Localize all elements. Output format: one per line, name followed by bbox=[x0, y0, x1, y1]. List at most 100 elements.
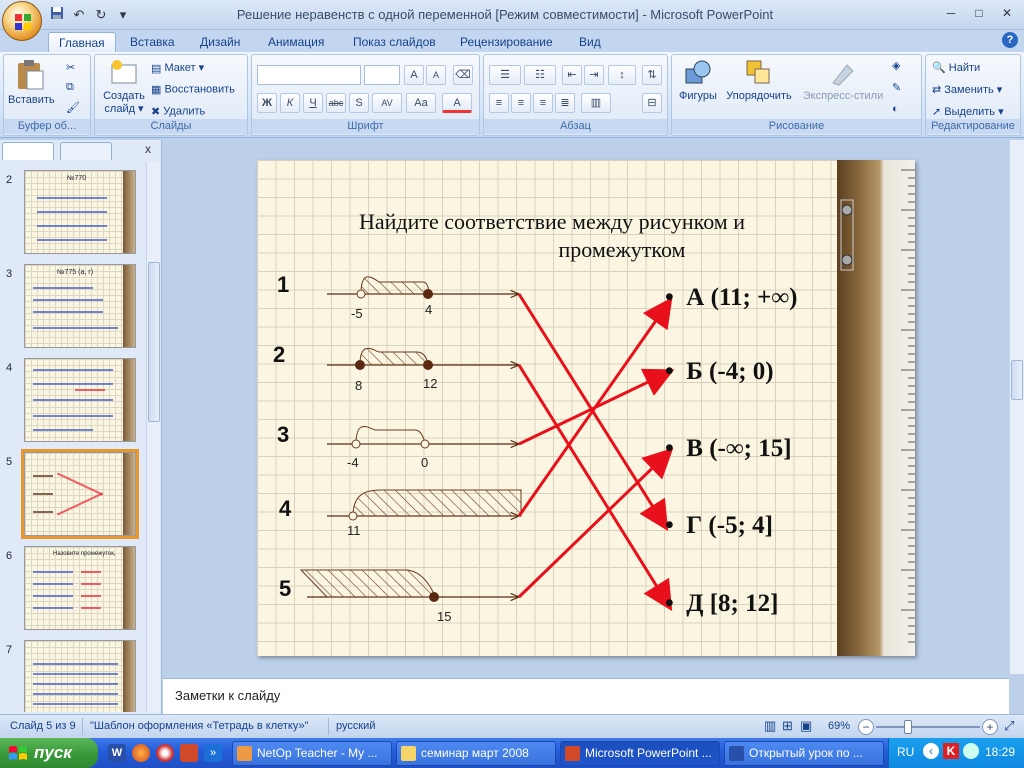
fit-to-window-icon[interactable]: ⤢ bbox=[1004, 718, 1014, 734]
shapes-button[interactable]: Фигуры bbox=[676, 59, 720, 102]
shadow-button[interactable]: S bbox=[349, 93, 369, 113]
tab-slides-icon[interactable] bbox=[2, 142, 54, 160]
replace-button[interactable]: ⇄ Заменить ▾ bbox=[932, 83, 1002, 96]
powerpoint-quicklaunch-icon[interactable] bbox=[180, 744, 198, 762]
text-direction-icon[interactable]: ⇅ bbox=[642, 65, 662, 85]
row-number: 2 bbox=[273, 342, 286, 367]
slide-thumbnail-2[interactable]: №770 bbox=[24, 170, 136, 254]
close-pane-icon[interactable]: x bbox=[145, 142, 151, 156]
slide-thumbnail-6[interactable]: Назовите промежуток, bbox=[24, 546, 136, 630]
language[interactable]: русский bbox=[336, 720, 375, 732]
justify-icon[interactable]: ≣ bbox=[555, 93, 575, 113]
reset-button[interactable]: ▦ Восстановить bbox=[151, 83, 235, 96]
antivirus-icon[interactable]: K bbox=[943, 743, 959, 759]
slides-pane-scrollbar[interactable] bbox=[146, 162, 160, 712]
italic-button[interactable]: К bbox=[280, 93, 300, 113]
delete-slide-button[interactable]: ✖ Удалить bbox=[151, 105, 205, 118]
redo-icon[interactable]: ↻ bbox=[92, 6, 110, 24]
find-button[interactable]: 🔍 Найти bbox=[932, 61, 980, 74]
strikethrough-button[interactable]: abc bbox=[326, 93, 346, 113]
show-more-icon[interactable]: » bbox=[204, 744, 222, 762]
zoom-slider[interactable] bbox=[876, 726, 980, 728]
number-line-1 bbox=[327, 276, 519, 299]
clear-format-icon[interactable]: ⌫ bbox=[453, 65, 473, 85]
slide-thumbnail-5[interactable] bbox=[21, 449, 139, 539]
shape-fill-icon[interactable]: ◈ bbox=[892, 59, 900, 72]
back-arrow-icon[interactable]: ‹ bbox=[923, 743, 939, 759]
normal-view-icon[interactable]: ▥ bbox=[764, 718, 776, 734]
scrollbar-thumb[interactable] bbox=[1011, 360, 1023, 400]
maximize-button[interactable]: □ bbox=[966, 4, 992, 22]
slideshow-view-icon[interactable]: ▣ bbox=[800, 718, 812, 734]
tab-slideshow[interactable]: Показ слайдов bbox=[343, 32, 446, 52]
task-netop[interactable]: NetOp Teacher - My ... bbox=[232, 741, 392, 766]
save-icon[interactable] bbox=[48, 6, 66, 24]
firefox-quicklaunch-icon[interactable] bbox=[132, 744, 150, 762]
align-text-icon[interactable]: ⊟ bbox=[642, 93, 662, 113]
font-name-dropdown[interactable] bbox=[257, 65, 361, 85]
zoom-in-icon[interactable]: + bbox=[982, 719, 998, 735]
increase-indent-icon[interactable]: ⇥ bbox=[584, 65, 604, 85]
paste-button[interactable]: Вставить bbox=[8, 59, 55, 106]
numbering-icon[interactable]: ☷ bbox=[524, 65, 556, 85]
task-powerpoint[interactable]: Microsoft PowerPoint ... bbox=[560, 741, 720, 766]
tab-home[interactable]: Главная bbox=[48, 32, 116, 52]
zoom-out-icon[interactable]: − bbox=[858, 719, 874, 735]
copy-icon[interactable]: ⧉ bbox=[66, 81, 74, 94]
tab-review[interactable]: Рецензирование bbox=[450, 32, 563, 52]
slide-scrollbar[interactable] bbox=[1009, 140, 1024, 674]
shrink-font-button[interactable]: A bbox=[426, 65, 446, 85]
slide-thumbnail-4[interactable] bbox=[24, 358, 136, 442]
grow-font-button[interactable]: A bbox=[404, 65, 424, 85]
tab-design[interactable]: Дизайн bbox=[190, 32, 250, 52]
office-button[interactable] bbox=[2, 1, 42, 41]
scrollbar-thumb[interactable] bbox=[148, 262, 160, 422]
font-size-dropdown[interactable] bbox=[364, 65, 400, 85]
task-word[interactable]: Открытый урок по ... bbox=[724, 741, 884, 766]
close-button[interactable]: ✕ bbox=[994, 4, 1020, 22]
minimize-button[interactable]: ─ bbox=[938, 4, 964, 22]
tab-insert[interactable]: Вставка bbox=[120, 32, 185, 52]
align-center-icon[interactable]: ≡ bbox=[511, 93, 531, 113]
zoom-level[interactable]: 69% bbox=[828, 720, 850, 732]
align-left-icon[interactable]: ≡ bbox=[489, 93, 509, 113]
thumb-number: 2 bbox=[6, 174, 13, 186]
change-case-button[interactable]: Aa bbox=[406, 93, 436, 113]
language-indicator[interactable]: RU bbox=[897, 745, 914, 759]
select-button[interactable]: ➚ Выделить ▾ bbox=[932, 105, 1004, 118]
tab-view[interactable]: Вид bbox=[569, 32, 611, 52]
tab-animation[interactable]: Анимация bbox=[258, 32, 334, 52]
shape-effects-icon[interactable]: ◐ bbox=[892, 103, 899, 115]
notes-pane[interactable]: Заметки к слайду bbox=[163, 678, 1009, 714]
task-folder[interactable]: семинар март 2008 bbox=[396, 741, 556, 766]
layout-button[interactable]: ▤ Макет ▾ bbox=[151, 61, 204, 75]
columns-icon[interactable]: ▥ bbox=[581, 93, 611, 113]
quick-styles-button[interactable]: Экспресс-стили bbox=[798, 59, 888, 102]
customize-qat-icon[interactable]: ▾ bbox=[114, 6, 132, 24]
word-quicklaunch-icon[interactable]: W bbox=[108, 744, 126, 762]
new-slide-button[interactable]: Создать слайд ▾ bbox=[99, 59, 149, 115]
line-spacing-icon[interactable]: ↕ bbox=[608, 65, 636, 85]
font-color-button[interactable]: A bbox=[442, 93, 472, 113]
undo-icon[interactable]: ↶ bbox=[70, 6, 88, 24]
format-painter-icon[interactable]: 🖌 bbox=[66, 101, 80, 114]
help-icon[interactable]: ? bbox=[1002, 32, 1018, 48]
bold-button[interactable]: Ж bbox=[257, 93, 277, 113]
sorter-view-icon[interactable]: ⊞ bbox=[782, 718, 793, 734]
zoom-slider-knob[interactable] bbox=[904, 720, 913, 734]
opera-quicklaunch-icon[interactable] bbox=[156, 744, 174, 762]
arrange-button[interactable]: Упорядочить bbox=[722, 59, 796, 102]
slide-thumbnail-3[interactable]: №775 (а, г) bbox=[24, 264, 136, 348]
slide-canvas[interactable]: Найдите соответствие между рисунком и пр… bbox=[257, 160, 915, 656]
bullets-icon[interactable]: ☰ bbox=[489, 65, 521, 85]
decrease-indent-icon[interactable]: ⇤ bbox=[562, 65, 582, 85]
start-button[interactable]: пуск bbox=[0, 738, 98, 768]
tray-app-icon[interactable] bbox=[963, 743, 979, 759]
underline-button[interactable]: Ч bbox=[303, 93, 323, 113]
cut-icon[interactable]: ✂ bbox=[66, 61, 75, 74]
align-right-icon[interactable]: ≡ bbox=[533, 93, 553, 113]
shape-outline-icon[interactable]: ✎ bbox=[892, 81, 901, 94]
tab-outline-icon[interactable] bbox=[60, 142, 112, 160]
spacing-button[interactable]: AV bbox=[372, 93, 402, 113]
slide-thumbnail-7[interactable] bbox=[24, 640, 136, 712]
